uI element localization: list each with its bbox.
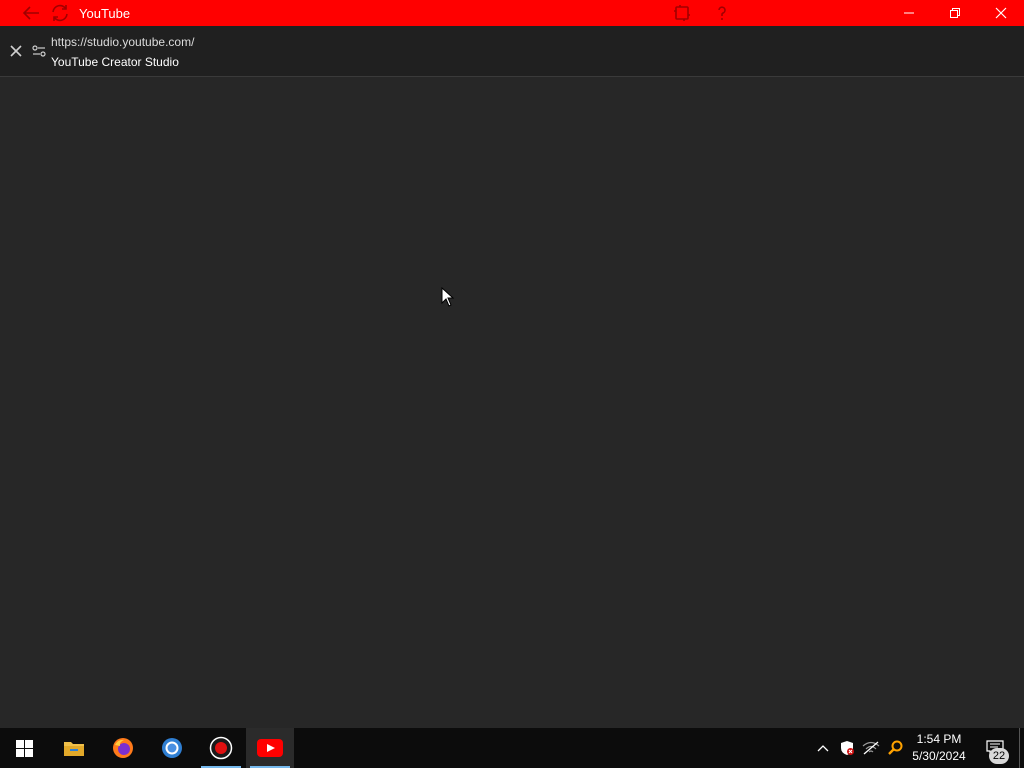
taskbar-file-explorer[interactable] (50, 728, 98, 768)
back-arrow-icon (22, 6, 39, 20)
window-title: YouTube (79, 5, 131, 21)
url-text[interactable]: https://studio.youtube.com/ (51, 35, 194, 49)
folder-icon (64, 742, 84, 756)
tray-security[interactable] (837, 728, 857, 768)
window-controls (674, 0, 1024, 26)
page-title: YouTube Creator Studio (51, 55, 179, 69)
minimize-icon (904, 12, 914, 14)
windows-logo-icon (15, 739, 33, 757)
taskbar-youtube[interactable] (246, 728, 294, 768)
search-icon (888, 740, 903, 755)
tray-network[interactable] (861, 728, 881, 768)
url-bar: https://studio.youtube.com/ YouTube Crea… (0, 26, 1024, 77)
firefox-icon (113, 738, 133, 758)
show-hidden-icons-button[interactable] (813, 728, 833, 768)
refresh-icon (52, 4, 68, 22)
taskbar-chrome[interactable] (148, 728, 196, 768)
refresh-button[interactable] (48, 0, 72, 26)
mouse-cursor-icon (441, 287, 455, 307)
close-icon (995, 7, 1007, 19)
page-content (0, 78, 1024, 728)
title-bar: YouTube (0, 0, 1024, 26)
taskbar: 1:54 PM 5/30/2024 (0, 728, 1024, 768)
network-disconnected-icon (862, 741, 880, 755)
taskbar-firefox[interactable] (99, 728, 147, 768)
taskbar-screen-recorder[interactable] (197, 728, 245, 768)
help-icon (718, 6, 726, 20)
tray-search[interactable] (885, 728, 905, 768)
start-button[interactable] (0, 728, 48, 768)
site-settings-button[interactable] (31, 43, 47, 59)
record-icon (209, 736, 233, 760)
chevron-up-icon (817, 745, 829, 752)
close-button[interactable] (978, 0, 1024, 26)
extension-button[interactable] (668, 0, 696, 26)
back-button[interactable] (18, 0, 44, 26)
restore-button[interactable] (932, 0, 978, 26)
taskbar-clock[interactable]: 1:54 PM 5/30/2024 (905, 731, 973, 765)
chrome-icon (162, 738, 182, 758)
help-button[interactable] (708, 0, 736, 26)
url-close-button[interactable] (8, 43, 24, 59)
restore-icon (950, 8, 960, 18)
clock-time: 1:54 PM (916, 732, 962, 746)
site-settings-icon (32, 45, 46, 57)
close-icon (10, 45, 22, 57)
clock-date: 5/30/2024 (912, 749, 966, 763)
youtube-icon (257, 739, 283, 757)
security-shield-icon (841, 741, 854, 755)
extension-icon (674, 5, 690, 21)
show-desktop-button[interactable] (1019, 728, 1024, 768)
notification-count-badge: 22 (989, 748, 1009, 764)
minimize-button[interactable] (886, 0, 932, 26)
